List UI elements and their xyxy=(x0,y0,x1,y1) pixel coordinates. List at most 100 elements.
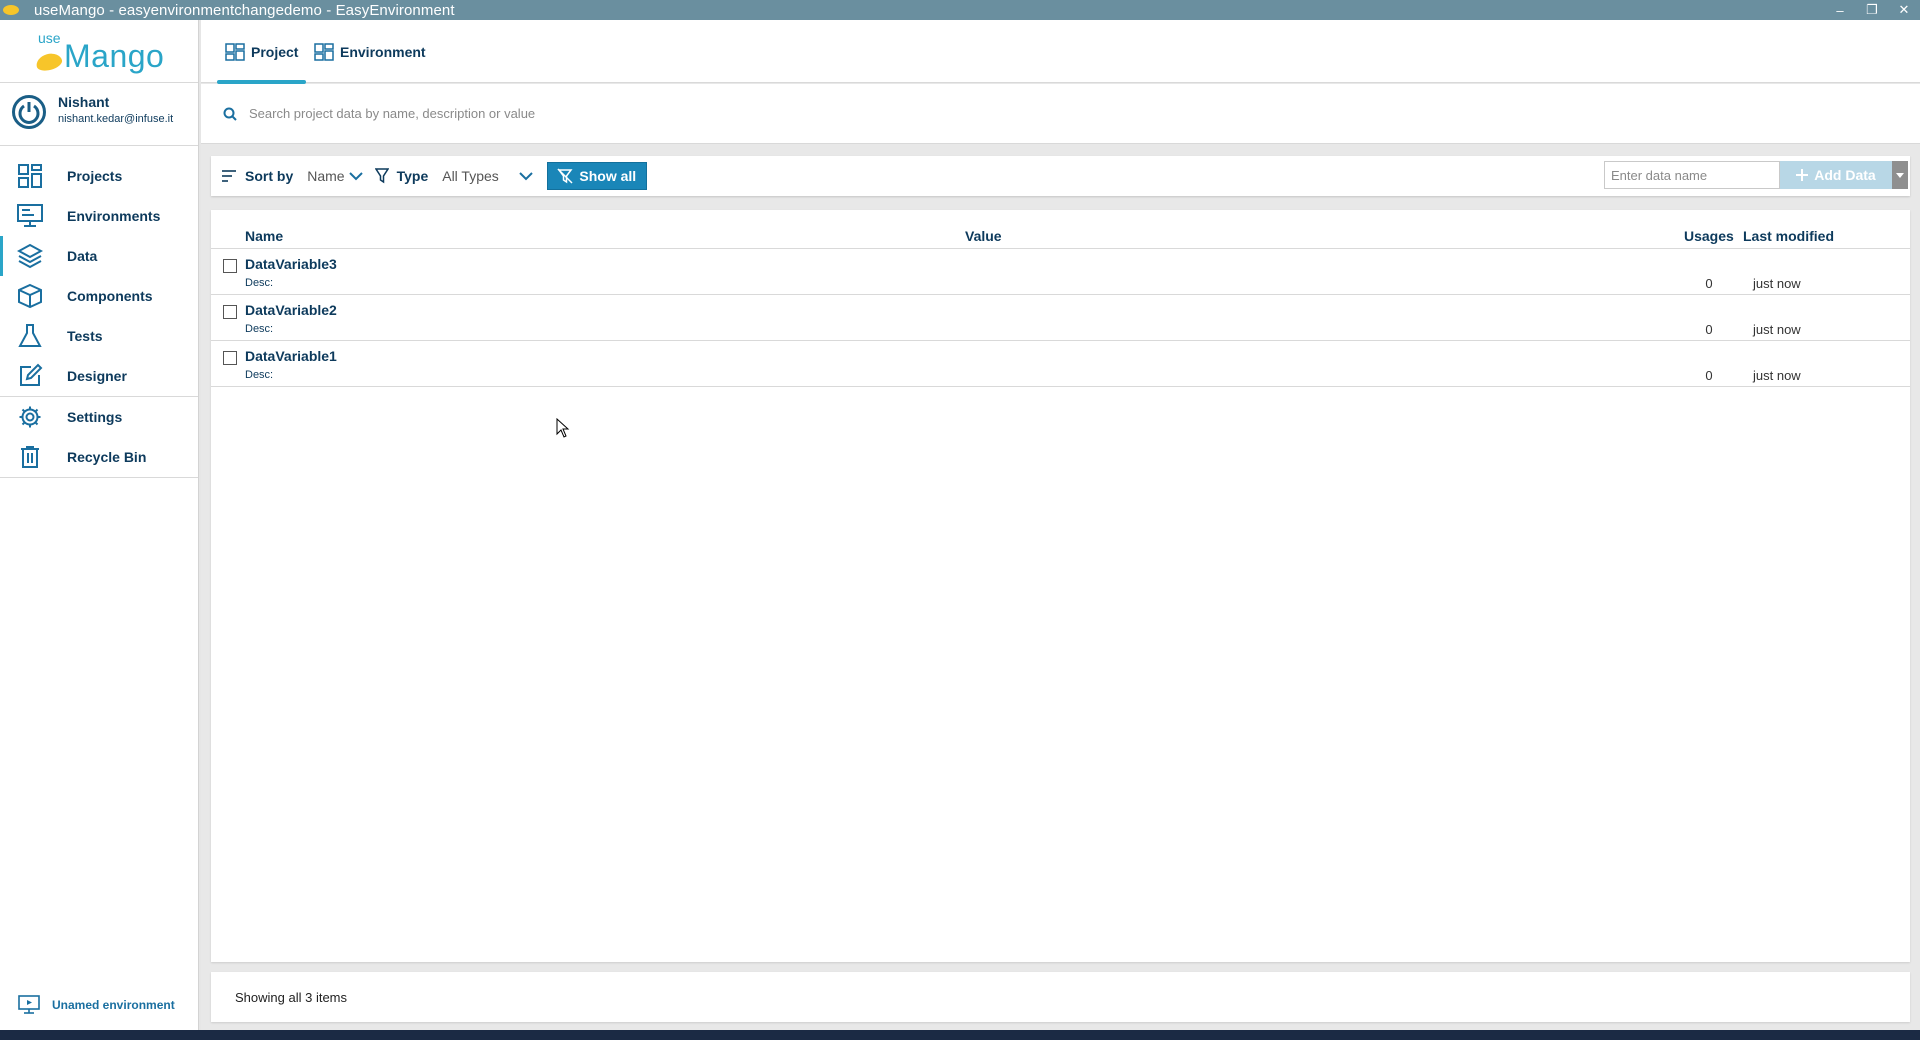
row-description: Desc: xyxy=(245,323,274,335)
sidebar-item-projects[interactable]: Projects xyxy=(0,156,198,196)
sidebar-item-environments[interactable]: Environments xyxy=(0,196,198,236)
search-icon xyxy=(221,105,239,123)
table-row[interactable]: DataVariable2 Desc: 0 just now xyxy=(211,295,1910,341)
tab-environment[interactable]: Environment xyxy=(314,20,426,83)
sort-lines-icon xyxy=(221,169,237,183)
filter-funnel-icon xyxy=(374,168,389,184)
type-value: All Types xyxy=(442,168,499,184)
chevron-down-icon xyxy=(348,171,363,181)
row-description: Desc: xyxy=(245,277,274,289)
window-titlebar: useMango - easyenvironmentchangedemo - E… xyxy=(0,0,1920,20)
environments-icon xyxy=(15,201,45,231)
plus-icon xyxy=(1796,169,1809,181)
add-data-button[interactable]: Add Data xyxy=(1780,161,1892,189)
sidebar-item-components[interactable]: Components xyxy=(0,276,198,316)
data-name-input[interactable] xyxy=(1604,161,1780,189)
power-avatar-icon xyxy=(12,95,46,129)
sidebar-item-recycle-bin[interactable]: Recycle Bin xyxy=(0,437,198,477)
row-last-modified: just now xyxy=(1753,276,1801,291)
sidebar-item-label: Designer xyxy=(67,368,127,384)
sidebar-item-tests[interactable]: Tests xyxy=(0,316,198,356)
gear-icon xyxy=(15,402,45,432)
designer-pencil-icon xyxy=(15,361,45,391)
project-tab-icon xyxy=(225,42,245,62)
sidebar: use Mango Nishant nishant.kedar@infuse.i… xyxy=(0,20,199,1030)
table-row[interactable]: DataVariable1 Desc: 0 just now xyxy=(211,341,1910,387)
os-taskbar xyxy=(0,1030,1920,1040)
current-environment-button[interactable]: Unamed environment xyxy=(0,990,199,1020)
row-description: Desc: xyxy=(245,369,274,381)
environment-tab-icon xyxy=(314,42,334,62)
type-filter-control[interactable]: Type xyxy=(374,168,429,184)
sort-by-dropdown[interactable]: Name xyxy=(307,168,363,184)
row-name: DataVariable3 xyxy=(245,256,337,272)
clear-filter-icon xyxy=(557,168,573,184)
column-header-usages[interactable]: Usages xyxy=(1684,228,1734,244)
add-data-label: Add Data xyxy=(1814,167,1876,183)
restore-button[interactable]: ❐ xyxy=(1856,0,1888,20)
row-checkbox[interactable] xyxy=(223,351,237,365)
tab-label: Project xyxy=(251,43,299,60)
mango-logo-icon xyxy=(34,50,64,74)
sidebar-item-settings[interactable]: Settings xyxy=(0,397,198,437)
row-name: DataVariable1 xyxy=(245,348,337,364)
column-header-name[interactable]: Name xyxy=(245,228,283,244)
sidebar-secondary-nav: Settings Recycle Bin xyxy=(0,397,198,477)
data-table: Name Value Usages Last modified DataVari… xyxy=(211,210,1910,962)
column-header-value[interactable]: Value xyxy=(965,228,1002,244)
window-controls: – ❐ ✕ xyxy=(1824,0,1920,20)
tab-label: Environment xyxy=(340,43,426,60)
data-toolbar: Sort by Name Type All Types Show all Ent… xyxy=(211,156,1910,196)
sidebar-item-label: Projects xyxy=(67,168,123,184)
sidebar-item-label: Tests xyxy=(67,328,103,344)
search-input[interactable] xyxy=(249,106,1749,121)
logo-use-text: use xyxy=(38,30,61,46)
row-checkbox[interactable] xyxy=(223,259,237,273)
sidebar-item-label: Settings xyxy=(67,409,123,425)
sort-by-value: Name xyxy=(307,168,345,184)
item-count-status: Showing all 3 items xyxy=(235,989,347,1005)
main-content: Project Environment Sort by Name xyxy=(201,20,1920,1030)
user-profile[interactable]: Nishant nishant.kedar@infuse.it xyxy=(0,83,198,146)
add-data-dropdown-button[interactable] xyxy=(1892,161,1908,189)
tab-project[interactable]: Project xyxy=(216,20,307,84)
close-button[interactable]: ✕ xyxy=(1888,0,1920,20)
status-bar: Showing all 3 items xyxy=(211,972,1910,1022)
sidebar-item-label: Data xyxy=(67,248,98,264)
sidebar-item-designer[interactable]: Designer xyxy=(0,356,198,396)
usemango-logo[interactable]: use Mango xyxy=(34,30,165,75)
sidebar-nav: Projects Environments Data Components Te… xyxy=(0,156,198,396)
type-dropdown[interactable]: All Types xyxy=(442,168,533,184)
row-usages: 0 xyxy=(1705,276,1713,291)
sidebar-item-label: Recycle Bin xyxy=(67,449,147,465)
projects-icon xyxy=(15,161,45,191)
table-row[interactable]: DataVariable3 Desc: 0 just now xyxy=(211,249,1910,295)
sort-by-label: Sort by xyxy=(245,168,294,184)
tabs-bar: Project Environment xyxy=(201,20,1920,84)
trash-icon xyxy=(15,442,45,472)
row-last-modified: just now xyxy=(1753,322,1801,337)
sidebar-divider xyxy=(0,477,198,478)
data-layers-icon xyxy=(15,241,45,271)
row-name: DataVariable2 xyxy=(245,302,337,318)
sort-by-control[interactable]: Sort by xyxy=(221,168,293,184)
minimize-button[interactable]: – xyxy=(1824,0,1856,20)
environment-name: Unamed environment xyxy=(52,998,175,1012)
logo-mango-text: Mango xyxy=(64,38,165,74)
search-bar xyxy=(201,84,1920,144)
column-header-last-modified[interactable]: Last modified xyxy=(1743,228,1834,244)
logo-area: use Mango xyxy=(0,20,198,83)
caret-down-icon xyxy=(1896,172,1904,178)
user-email: nishant.kedar@infuse.it xyxy=(58,113,174,125)
window-title: useMango - easyenvironmentchangedemo - E… xyxy=(34,1,455,19)
sidebar-item-label: Components xyxy=(67,288,153,304)
show-all-label: Show all xyxy=(579,168,637,184)
show-all-button[interactable]: Show all xyxy=(546,162,647,190)
chevron-down-icon xyxy=(519,171,533,181)
sidebar-item-data[interactable]: Data xyxy=(0,236,198,276)
tests-flask-icon xyxy=(15,321,45,351)
row-usages: 0 xyxy=(1705,322,1713,337)
row-usages: 0 xyxy=(1705,368,1713,383)
row-checkbox[interactable] xyxy=(223,305,237,319)
type-label: Type xyxy=(396,168,429,184)
